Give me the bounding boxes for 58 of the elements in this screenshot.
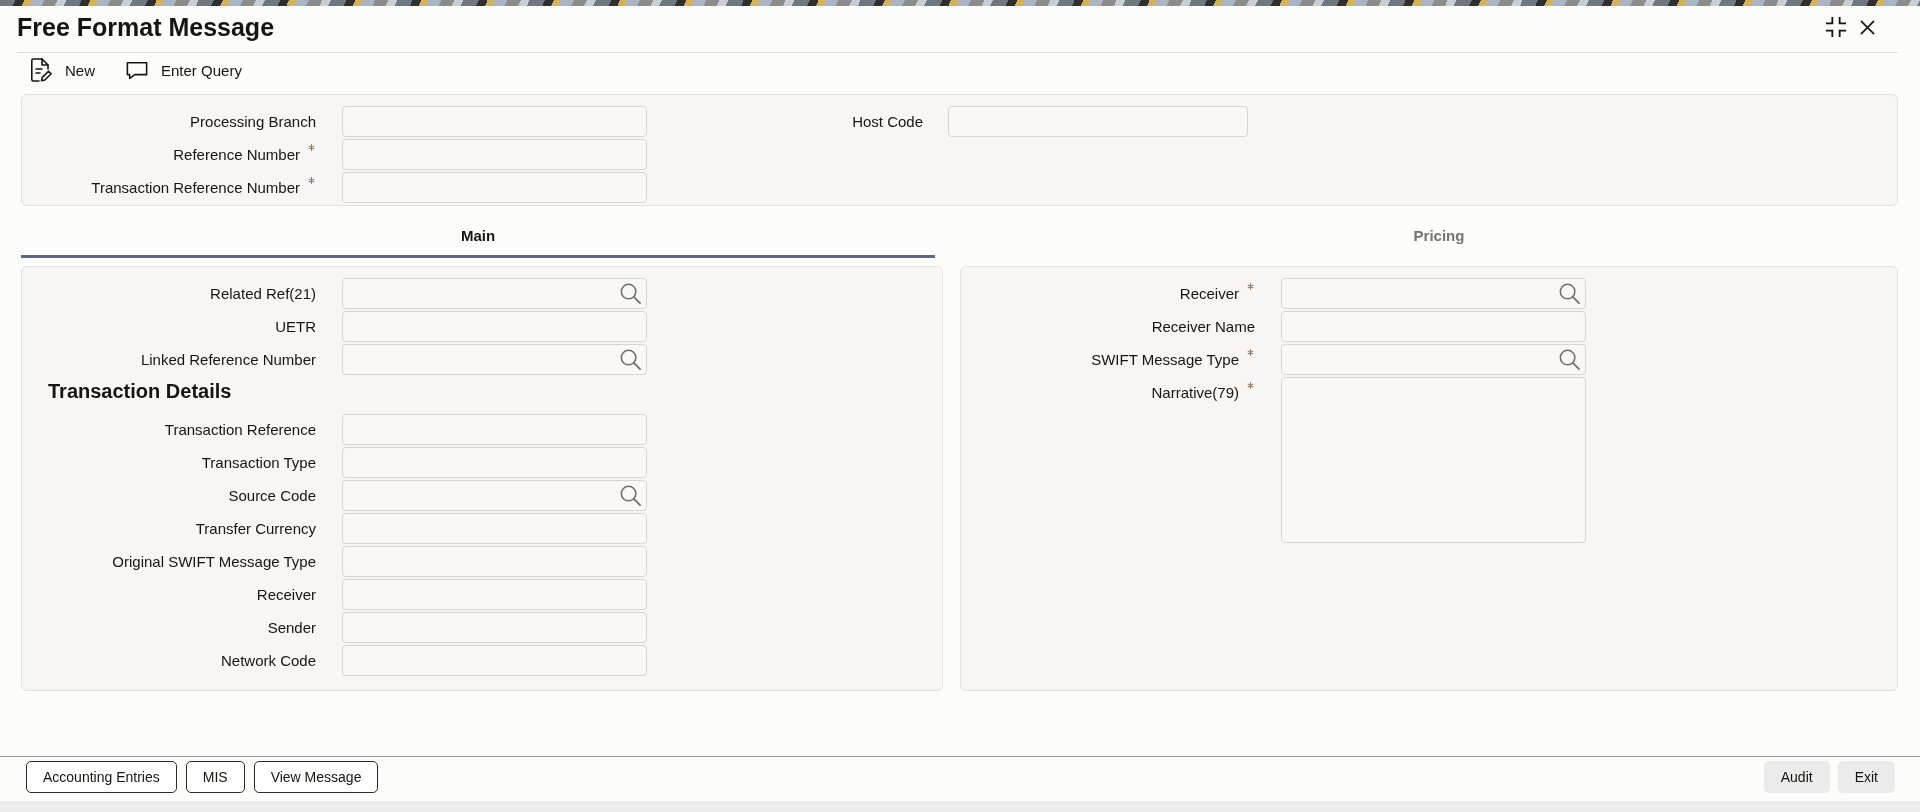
speech-bubble-icon bbox=[126, 60, 148, 80]
close-icon[interactable] bbox=[1860, 19, 1875, 35]
window-title: Free Format Message bbox=[17, 12, 275, 42]
text-field[interactable] bbox=[342, 612, 647, 643]
tab[interactable]: Main bbox=[21, 220, 935, 258]
text-field[interactable] bbox=[342, 513, 647, 544]
field-label: Processing Branch bbox=[190, 112, 316, 131]
field-label: Transaction Reference bbox=[164, 420, 316, 439]
field-label: Receiver bbox=[1179, 284, 1239, 303]
field-label: Original SWIFT Message Type bbox=[112, 552, 316, 571]
search-icon[interactable] bbox=[1559, 349, 1580, 370]
text-field[interactable] bbox=[342, 546, 647, 577]
toolbar-button[interactable]: Enter Query bbox=[126, 60, 242, 80]
field-label: UETR bbox=[275, 317, 316, 336]
footer-button[interactable]: View Message bbox=[253, 761, 379, 793]
text-area-field[interactable] bbox=[1281, 377, 1586, 543]
lookup-field[interactable] bbox=[1281, 278, 1586, 309]
document-pencil-icon bbox=[30, 58, 52, 82]
lookup-field[interactable] bbox=[342, 344, 647, 375]
text-field[interactable] bbox=[1281, 311, 1586, 342]
text-field[interactable] bbox=[948, 106, 1248, 137]
tab[interactable]: Pricing bbox=[980, 220, 1898, 258]
section-heading: Transaction Details bbox=[48, 379, 232, 404]
lookup-field[interactable] bbox=[1281, 344, 1586, 375]
footer-button[interactable]: Exit bbox=[1837, 761, 1895, 793]
text-field[interactable] bbox=[342, 447, 647, 478]
field-label: Network Code bbox=[220, 651, 316, 670]
text-field[interactable] bbox=[342, 106, 647, 137]
field-label: Receiver bbox=[256, 585, 316, 604]
field-label: Narrative(79) bbox=[1151, 383, 1239, 402]
text-field[interactable] bbox=[342, 579, 647, 610]
search-icon[interactable] bbox=[620, 485, 641, 506]
text-field[interactable] bbox=[342, 414, 647, 445]
search-icon[interactable] bbox=[1559, 283, 1580, 304]
field-label: SWIFT Message Type bbox=[1091, 350, 1239, 369]
footer-button[interactable]: Audit bbox=[1763, 761, 1830, 793]
toolbar-button[interactable]: New bbox=[30, 58, 95, 82]
text-field[interactable] bbox=[342, 172, 647, 203]
lookup-field[interactable] bbox=[342, 278, 647, 309]
minimize-icon[interactable] bbox=[1824, 16, 1848, 38]
field-label: Receiver Name bbox=[1151, 317, 1255, 336]
lookup-field[interactable] bbox=[342, 480, 647, 511]
search-icon[interactable] bbox=[620, 283, 641, 304]
field-label: Transaction Type bbox=[201, 453, 316, 472]
field-label: Transfer Currency bbox=[195, 519, 316, 538]
field-label: Reference Number bbox=[173, 145, 300, 164]
text-field[interactable] bbox=[342, 311, 647, 342]
field-label: Linked Reference Number bbox=[140, 350, 316, 369]
field-label: Related Ref(21) bbox=[210, 284, 316, 303]
field-label: Sender bbox=[267, 618, 316, 637]
field-label: Source Code bbox=[228, 486, 316, 505]
field-label: Transaction Reference Number bbox=[91, 178, 300, 197]
field-label: Host Code bbox=[852, 112, 923, 131]
text-field[interactable] bbox=[342, 139, 647, 170]
footer-button[interactable]: MIS bbox=[185, 761, 245, 793]
footer-button[interactable]: Accounting Entries bbox=[26, 761, 177, 793]
text-field[interactable] bbox=[342, 645, 647, 676]
search-icon[interactable] bbox=[620, 349, 641, 370]
